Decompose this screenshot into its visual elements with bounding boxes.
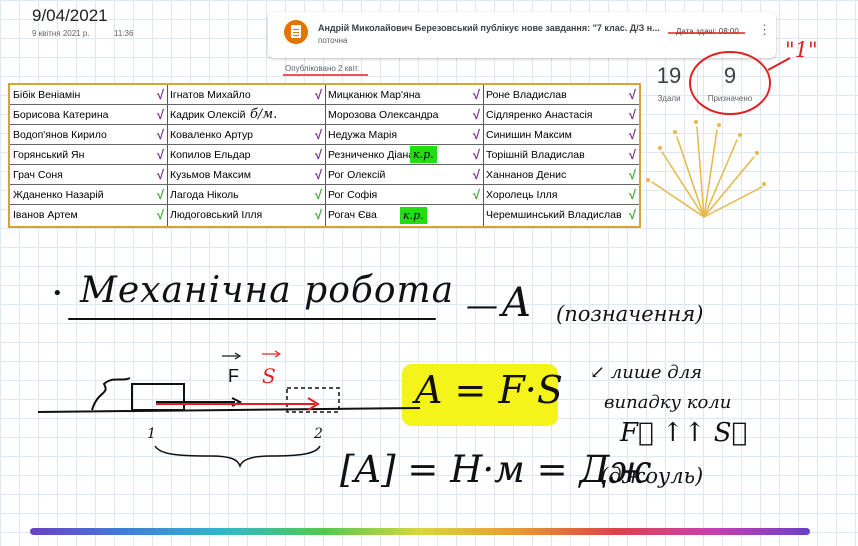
- rainbow-divider: [30, 528, 810, 535]
- ground-line: [37, 407, 421, 413]
- distance-brace: [154, 445, 321, 469]
- block-start: [131, 383, 185, 411]
- point-2-label: 2: [314, 426, 323, 442]
- displacement-label: S: [262, 364, 276, 388]
- pusher-sketch: [91, 377, 131, 411]
- force-label: F: [228, 366, 239, 386]
- point-1-label: 1: [147, 426, 156, 442]
- block-diagram: [37, 350, 421, 469]
